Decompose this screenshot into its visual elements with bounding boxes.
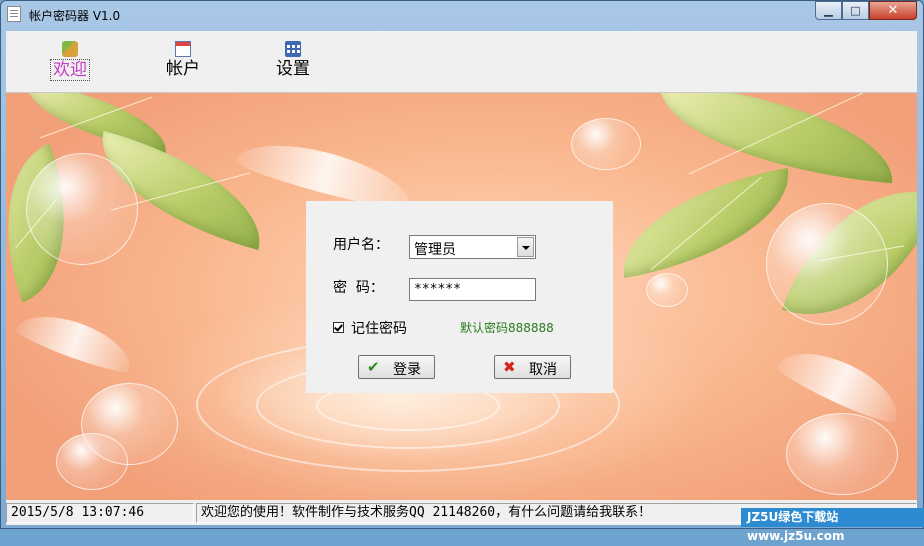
login-button[interactable]: ✔ 登录: [358, 355, 435, 379]
app-icon: [7, 6, 21, 22]
maximize-icon: □: [850, 4, 861, 17]
feather-decoration: [13, 303, 139, 378]
chevron-down-icon[interactable]: [517, 237, 534, 257]
site-watermark: JZ5U绿色下载站 www.jz5u.com: [741, 508, 924, 543]
leaf-decoration: [17, 93, 175, 154]
x-icon: ✖: [503, 358, 516, 376]
background-scene: 用户名： 管理员 密 码： ****** 记住密码 默认密码888888 ✔ 登…: [6, 93, 917, 500]
password-label: 密 码：: [333, 280, 384, 296]
cancel-button[interactable]: ✖ 取消: [494, 355, 571, 379]
window-title: 帐户密码器 V1.0: [29, 9, 121, 23]
close-button[interactable]: ✕: [869, 1, 917, 20]
toolbar: 欢迎 帐户 设置: [6, 31, 917, 93]
check-icon: ✔: [367, 358, 380, 376]
toolbar-settings-button[interactable]: 设置: [276, 41, 310, 79]
window-controls: ▁ □ ✕: [815, 1, 917, 20]
username-label: 用户名：: [333, 237, 389, 253]
bubble-decoration: [646, 273, 688, 307]
client-area: 欢迎 帐户 设置 用户名： 管理员 密 码： ****** 记住密码 默认密码8…: [6, 31, 917, 501]
toolbar-welcome-button[interactable]: 欢迎: [50, 41, 90, 81]
username-dropdown[interactable]: 管理员: [409, 235, 536, 259]
toolbar-welcome-label: 欢迎: [50, 59, 90, 81]
username-value: 管理员: [414, 242, 456, 258]
minimize-icon: ▁: [824, 4, 833, 17]
toolbar-account-button[interactable]: 帐户: [166, 41, 200, 79]
remember-password-label[interactable]: 记住密码: [351, 318, 407, 338]
settings-icon: [285, 41, 301, 57]
bubble-decoration: [786, 413, 898, 495]
title-bar[interactable]: 帐户密码器 V1.0 ▁ □ ✕: [1, 1, 923, 27]
maximize-button[interactable]: □: [842, 1, 869, 20]
default-password-hint: 默认密码888888: [460, 321, 554, 335]
bubble-decoration: [766, 203, 888, 325]
bubble-decoration: [26, 153, 138, 265]
login-panel: 用户名： 管理员 密 码： ****** 记住密码 默认密码888888 ✔ 登…: [306, 201, 613, 393]
remember-password-checkbox[interactable]: [333, 322, 344, 333]
minimize-button[interactable]: ▁: [815, 1, 842, 20]
calendar-icon: [175, 41, 191, 57]
toolbar-settings-label: 设置: [276, 59, 310, 79]
close-icon: ✕: [887, 3, 899, 18]
cancel-button-label: 取消: [529, 362, 557, 378]
bubble-decoration: [81, 383, 178, 465]
status-datetime: 2015/5/8 13:07:46: [6, 503, 194, 523]
toolbar-account-label: 帐户: [166, 59, 200, 79]
welcome-icon: [62, 41, 78, 57]
bubble-decoration: [571, 118, 641, 170]
password-field[interactable]: ******: [409, 278, 536, 301]
login-button-label: 登录: [393, 362, 421, 378]
